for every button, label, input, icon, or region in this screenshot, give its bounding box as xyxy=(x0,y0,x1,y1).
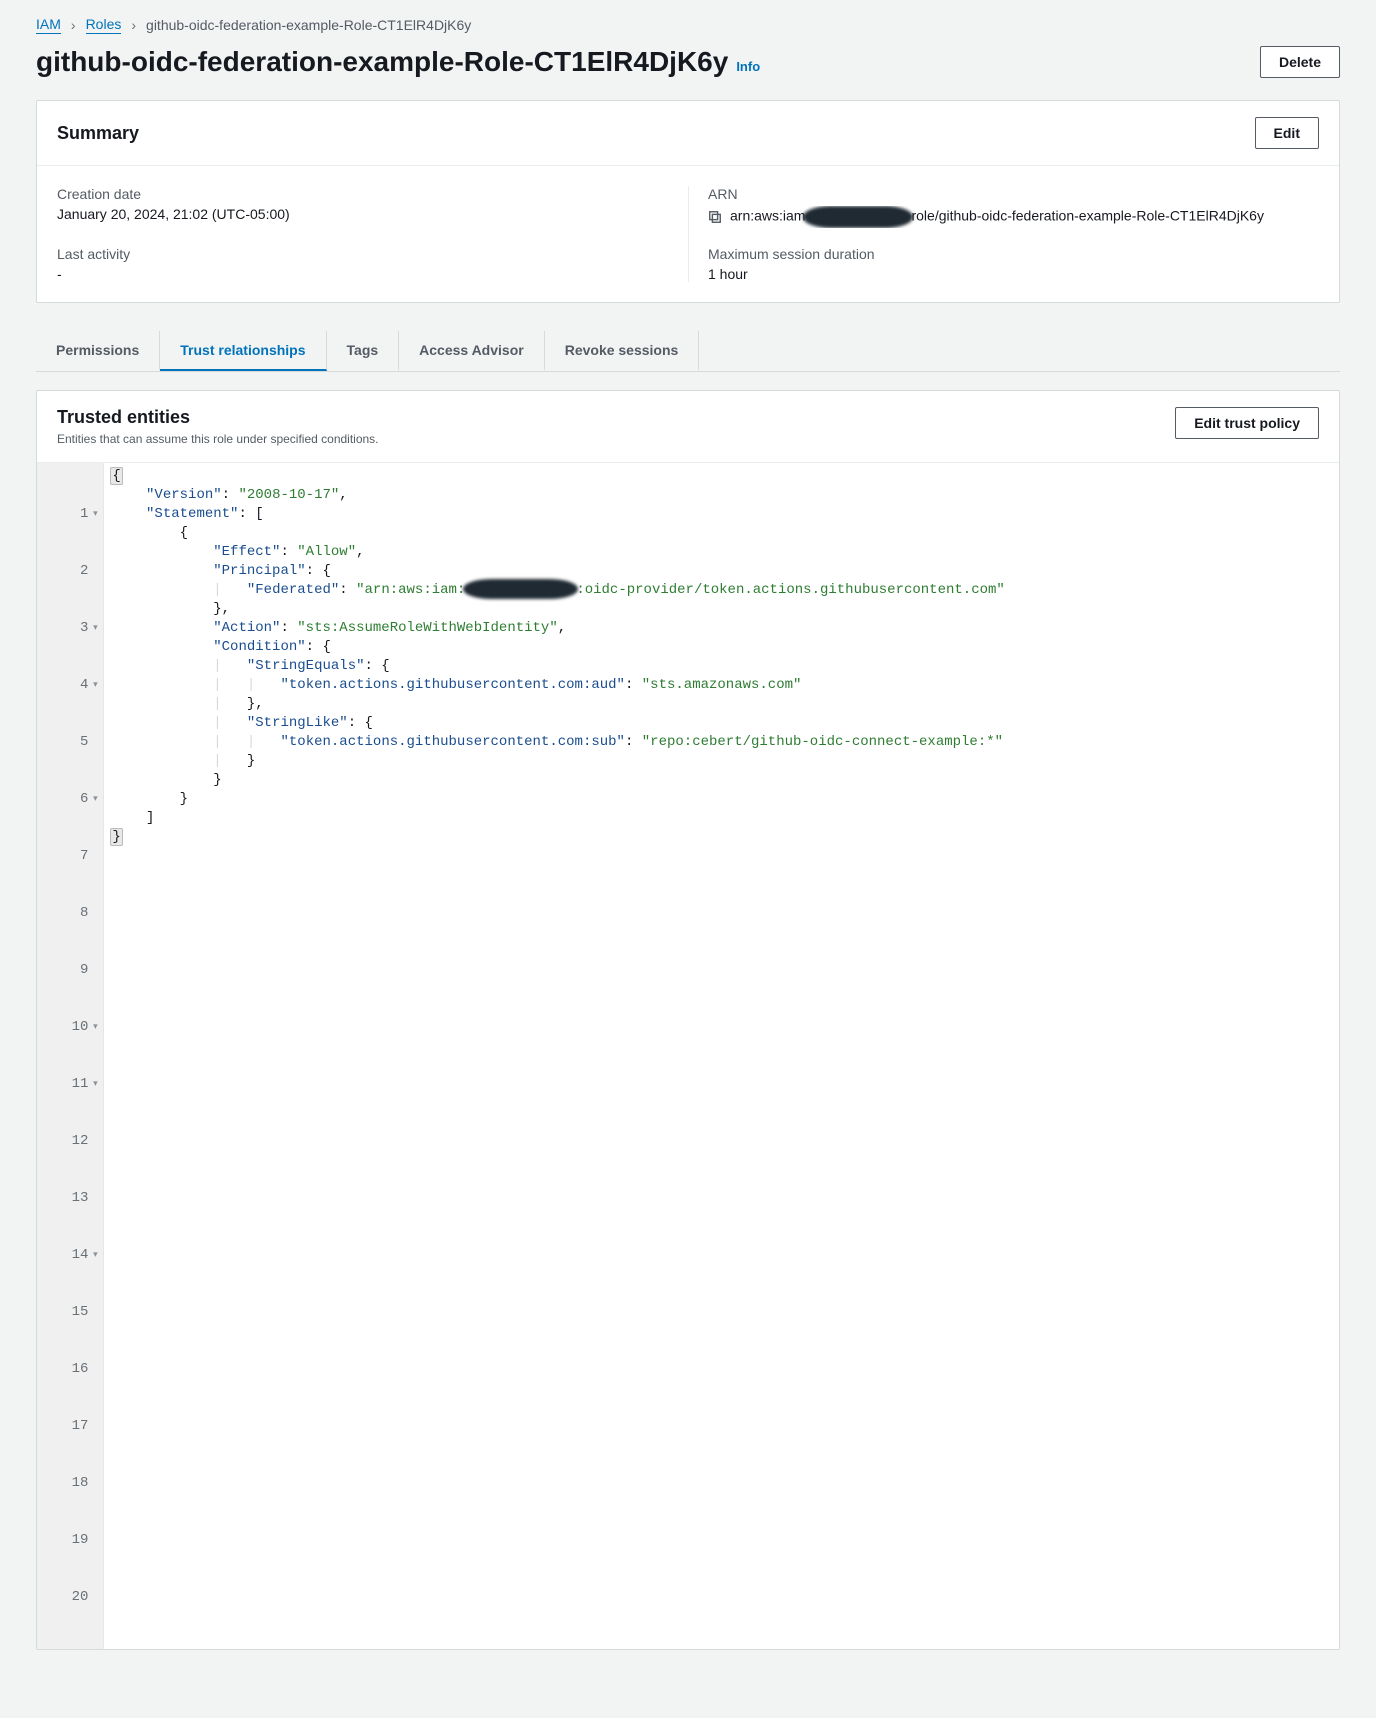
summary-panel: Summary Edit Creation date January 20, 2… xyxy=(36,100,1340,303)
tab-tags[interactable]: Tags xyxy=(327,331,400,371)
delete-button[interactable]: Delete xyxy=(1260,46,1340,78)
redacted-account-id xyxy=(803,206,913,228)
trusted-entities-subtitle: Entities that can assume this role under… xyxy=(57,432,379,446)
info-link[interactable]: Info xyxy=(736,59,760,74)
max-session-label: Maximum session duration xyxy=(708,246,1319,262)
breadcrumb-current: github-oidc-federation-example-Role-CT1E… xyxy=(146,17,471,33)
arn-label: ARN xyxy=(708,186,1319,202)
tab-trust-relationships[interactable]: Trust relationships xyxy=(160,331,326,371)
tab-access-advisor[interactable]: Access Advisor xyxy=(399,331,545,371)
arn-value: arn:aws:iamrole/github-oidc-federation-e… xyxy=(730,206,1264,228)
creation-date-label: Creation date xyxy=(57,186,668,202)
policy-editor: 1▾ 2 3▾ 4▾ 5 6▾ 7 8 9 10▾ 11▾ 12 13 14▾ … xyxy=(37,463,1339,1649)
max-session-value: 1 hour xyxy=(708,266,1319,282)
line-gutter: 1▾ 2 3▾ 4▾ 5 6▾ 7 8 9 10▾ 11▾ 12 13 14▾ … xyxy=(37,463,104,1649)
redacted-account-id xyxy=(463,579,578,599)
chevron-right-icon: › xyxy=(71,17,76,33)
last-activity-value: - xyxy=(57,266,668,282)
edit-button[interactable]: Edit xyxy=(1255,117,1319,149)
trusted-entities-title: Trusted entities xyxy=(57,407,379,428)
breadcrumb: IAM › Roles › github-oidc-federation-exa… xyxy=(36,16,1340,34)
trusted-entities-panel: Trusted entities Entities that can assum… xyxy=(36,390,1340,1650)
breadcrumb-iam[interactable]: IAM xyxy=(36,16,61,34)
tabs: Permissions Trust relationships Tags Acc… xyxy=(36,331,1340,372)
policy-code[interactable]: { "Version": "2008-10-17", "Statement": … xyxy=(104,463,1012,1649)
edit-trust-policy-button[interactable]: Edit trust policy xyxy=(1175,407,1319,439)
breadcrumb-roles[interactable]: Roles xyxy=(86,16,122,34)
copy-icon[interactable] xyxy=(708,210,722,224)
chevron-right-icon: › xyxy=(131,17,136,33)
tab-revoke-sessions[interactable]: Revoke sessions xyxy=(545,331,700,371)
tab-permissions[interactable]: Permissions xyxy=(36,331,160,371)
page-title-text: github-oidc-federation-example-Role-CT1E… xyxy=(36,46,728,78)
summary-title: Summary xyxy=(57,123,139,144)
last-activity-label: Last activity xyxy=(57,246,668,262)
creation-date-value: January 20, 2024, 21:02 (UTC-05:00) xyxy=(57,206,668,222)
page-title: github-oidc-federation-example-Role-CT1E… xyxy=(36,46,760,78)
